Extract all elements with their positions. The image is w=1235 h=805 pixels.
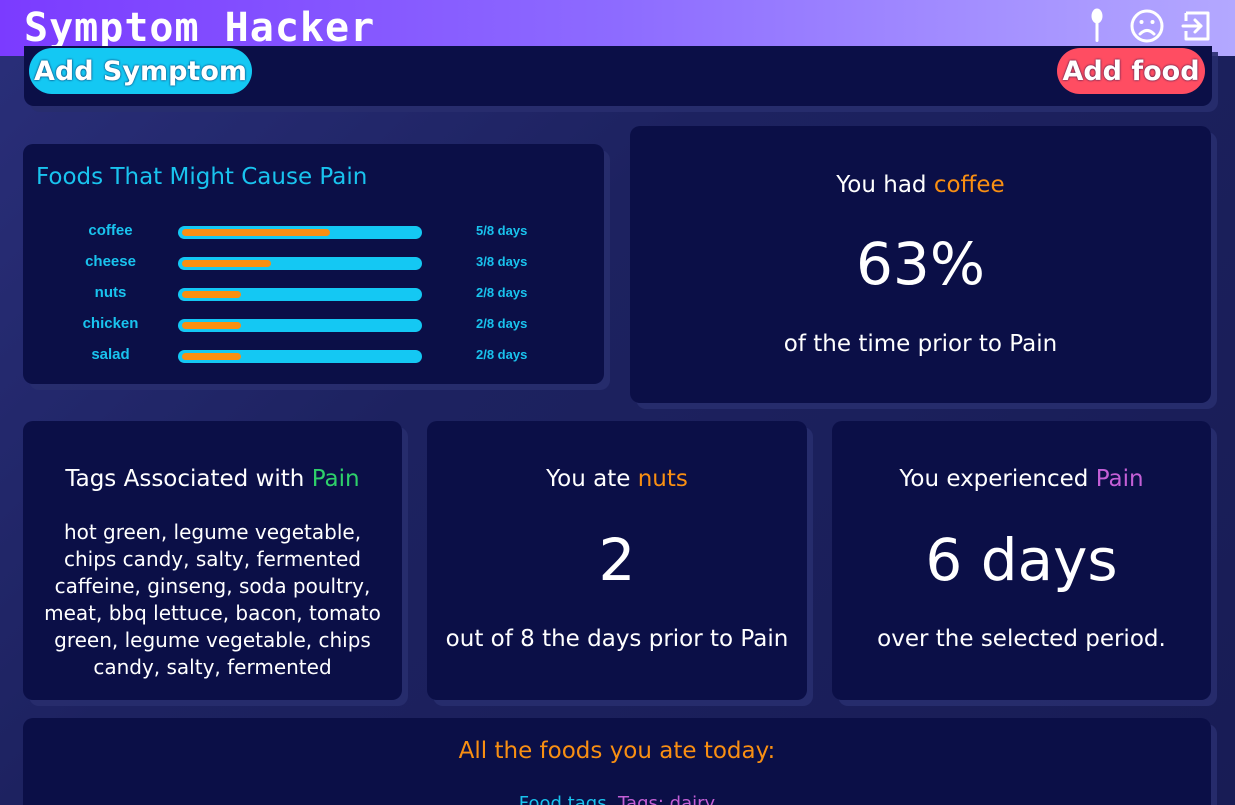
tags-list: hot green, legume vegetable, chips candy… <box>44 520 381 679</box>
food-days: 5/8 days <box>476 223 528 238</box>
logout-icon[interactable] <box>1179 8 1215 44</box>
stat-prefix: You had <box>836 172 934 198</box>
food-frequency-bar-fill <box>182 291 241 298</box>
food-row: cheese 3/8 days <box>23 253 604 273</box>
app-title: Symptom Hacker <box>24 5 376 51</box>
food-days: 2/8 days <box>476 285 528 300</box>
food-days: 2/8 days <box>476 316 528 331</box>
sad-face-icon[interactable] <box>1129 8 1165 44</box>
food-row: chicken 2/8 days <box>23 315 604 335</box>
food-name: cheese <box>85 253 136 270</box>
pain-prefix: You experienced <box>899 466 1096 492</box>
header-icons <box>1079 8 1215 44</box>
food-name: chicken <box>82 315 139 332</box>
spoon-icon[interactable] <box>1079 8 1115 44</box>
foods-pain-panel: Foods That Might Cause Pain coffee 5/8 da… <box>23 144 604 384</box>
food-frequency-bar <box>178 319 422 332</box>
today-title: All the foods you ate today: <box>458 738 776 764</box>
food-frequency-bar-fill <box>182 322 241 329</box>
food-days: 3/8 days <box>476 254 528 269</box>
symptom-days-stat-card: You experienced Pain 6 days over the sel… <box>832 421 1211 700</box>
top-food-stat-card: You had coffee 63% of the time prior to … <box>630 126 1211 403</box>
food-frequency-bar-fill <box>182 229 330 236</box>
food-name: nuts <box>94 284 127 301</box>
food-row: nuts 2/8 days <box>23 284 604 304</box>
today-tags-line: Food tags Tags: dairy <box>23 793 1211 805</box>
stat-food: coffee <box>933 172 1005 198</box>
tags-stat-card: Tags Associated with Pain hot green, leg… <box>23 421 402 700</box>
nuts-prefix: You ate <box>546 466 638 492</box>
food-frequency-bar-fill <box>182 260 271 267</box>
add-symptom-button[interactable]: Add Symptom <box>29 48 252 94</box>
pain-symptom: Pain <box>1095 466 1144 492</box>
food-name: coffee <box>88 222 133 239</box>
add-food-button[interactable]: Add food <box>1057 48 1205 94</box>
food-row: salad 2/8 days <box>23 346 604 366</box>
nuts-heading: You ate nuts <box>427 466 807 492</box>
food-row: coffee 5/8 days <box>23 222 604 242</box>
food-name: salad <box>91 346 130 363</box>
stat-heading: You had coffee <box>630 172 1211 198</box>
food-frequency-bar <box>178 288 422 301</box>
pain-subtext: over the selected period. <box>877 626 1166 652</box>
panel-title: Foods That Might Cause Pain <box>36 164 368 190</box>
tags-value: Tags: dairy <box>618 793 716 805</box>
today-foods-panel: All the foods you ate today: Food tags T… <box>23 718 1211 805</box>
food-days: 2/8 days <box>476 347 528 362</box>
tags-heading: Tags Associated with Pain <box>23 466 402 492</box>
tags-symptom: Pain <box>311 466 360 492</box>
nuts-value: 2 <box>598 526 636 594</box>
tags-prefix: Tags Associated with <box>65 466 312 492</box>
nuts-subtext: out of 8 the days prior to Pain <box>445 626 789 652</box>
food-frequency-bar-fill <box>182 353 241 360</box>
stat-value: 63% <box>856 230 985 298</box>
food-frequency-bar <box>178 257 422 270</box>
food-frequency-bar <box>178 350 422 363</box>
pain-heading: You experienced Pain <box>832 466 1211 492</box>
stat-subtext: of the time prior to Pain <box>783 331 1058 357</box>
nuts-food: nuts <box>637 466 688 492</box>
food-count-stat-card: You ate nuts 2 out of 8 the days prior t… <box>427 421 807 700</box>
food-frequency-bar <box>178 226 422 239</box>
food-tags-link[interactable]: Food tags <box>519 793 607 805</box>
pain-value: 6 days <box>925 526 1118 594</box>
